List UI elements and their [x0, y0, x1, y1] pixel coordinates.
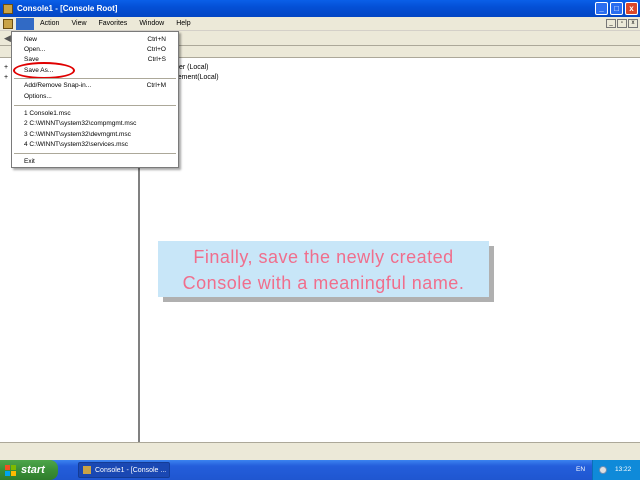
- menu-bar: Action View Favorites Window Help: [0, 17, 640, 31]
- clock[interactable]: 13:22: [615, 466, 631, 473]
- menu-item-label: Add/Remove Snap-in...: [24, 82, 92, 89]
- caption-line-2: Console with a meaningful name.: [182, 273, 465, 293]
- child-window-controls: _ ▫ x: [606, 19, 638, 28]
- taskbar-item-console1[interactable]: Console1 - [Console ...: [78, 462, 170, 478]
- menu-favorites[interactable]: Favorites: [93, 20, 134, 27]
- file-menu-open[interactable]: [16, 17, 34, 30]
- menu-item-shortcut: Ctrl+O: [147, 46, 166, 53]
- minimize-button[interactable]: _: [595, 2, 608, 15]
- menu-separator: [14, 153, 176, 154]
- annotation-circle: [13, 62, 75, 79]
- menu-item-add-remove-snap-in[interactable]: Add/Remove Snap-in... Ctrl+M: [24, 81, 166, 91]
- back-arrow-icon[interactable]: ◀: [4, 33, 11, 44]
- caption-line-1: Finally, save the newly created: [193, 247, 454, 267]
- menu-item-label: 3 C:\WINNT\system32\devmgmt.msc: [24, 131, 131, 138]
- menu-action[interactable]: Action: [34, 20, 65, 27]
- menu-window[interactable]: Window: [133, 20, 170, 27]
- menu-item-new[interactable]: New Ctrl+N: [24, 35, 166, 45]
- menu-item-exit[interactable]: Exit: [24, 157, 166, 167]
- menu-item-label: Open...: [24, 46, 46, 53]
- child-close-button[interactable]: x: [628, 19, 638, 28]
- menu-item-recent-3[interactable]: 3 C:\WINNT\system32\devmgmt.msc: [24, 130, 166, 140]
- console-icon[interactable]: [3, 18, 13, 29]
- title-bar: Console1 - [Console Root] _ □ x: [0, 0, 640, 17]
- menu-item-recent-4[interactable]: 4 C:\WINNT\system32\services.msc: [24, 140, 166, 150]
- menu-item-label: New: [24, 36, 38, 43]
- menu-item-label: 4 C:\WINNT\system32\services.msc: [24, 141, 129, 148]
- start-button[interactable]: start: [0, 460, 58, 480]
- menu-view[interactable]: View: [65, 20, 92, 27]
- taskbar: start Console1 - [Console ... EN 13:22: [0, 460, 640, 480]
- console-icon: [83, 466, 91, 474]
- tree-expander-icon[interactable]: +: [4, 74, 8, 81]
- start-label: start: [21, 464, 45, 476]
- file-dropdown-menu: New Ctrl+N Open... Ctrl+O Save Ctrl+S Sa…: [11, 31, 179, 168]
- status-bar: [0, 442, 640, 460]
- menu-separator: [14, 105, 176, 106]
- menu-item-label: 1 Console1.msc: [24, 110, 71, 117]
- menu-item-open[interactable]: Open... Ctrl+O: [24, 45, 166, 55]
- tree-expander-icon[interactable]: +: [4, 64, 8, 71]
- system-tray: 13:22: [592, 460, 640, 480]
- menu-item-options[interactable]: Options...: [24, 92, 166, 102]
- language-indicator[interactable]: EN: [576, 466, 585, 473]
- help-tray-icon[interactable]: [599, 466, 607, 474]
- menu-item-recent-1[interactable]: 1 Console1.msc: [24, 109, 166, 119]
- menu-item-shortcut: Ctrl+M: [146, 82, 166, 89]
- child-restore-button[interactable]: ▫: [617, 19, 627, 28]
- menu-item-label: Exit: [24, 158, 35, 165]
- windows-logo-icon: [5, 464, 16, 476]
- menu-item-label: Options...: [24, 93, 52, 100]
- mmc-app-icon[interactable]: [3, 3, 13, 14]
- menu-item-shortcut: Ctrl+S: [147, 56, 166, 63]
- close-button[interactable]: x: [625, 2, 638, 15]
- menu-help[interactable]: Help: [170, 20, 196, 27]
- menu-item-shortcut: Ctrl+N: [147, 36, 166, 43]
- window-title: Console1 - [Console Root]: [17, 4, 118, 13]
- window-controls: _ □ x: [595, 2, 638, 15]
- tutorial-caption: Finally, save the newly created Console …: [158, 241, 489, 297]
- menu-separator: [14, 78, 176, 79]
- details-header: [142, 46, 640, 58]
- child-minimize-button[interactable]: _: [606, 19, 616, 28]
- maximize-button[interactable]: □: [610, 2, 623, 15]
- menu-item-label: 2 C:\WINNT\system32\compmgmt.msc: [24, 120, 137, 127]
- menu-item-recent-2[interactable]: 2 C:\WINNT\system32\compmgmt.msc: [24, 119, 166, 129]
- taskbar-item-label: Console1 - [Console ...: [95, 466, 167, 474]
